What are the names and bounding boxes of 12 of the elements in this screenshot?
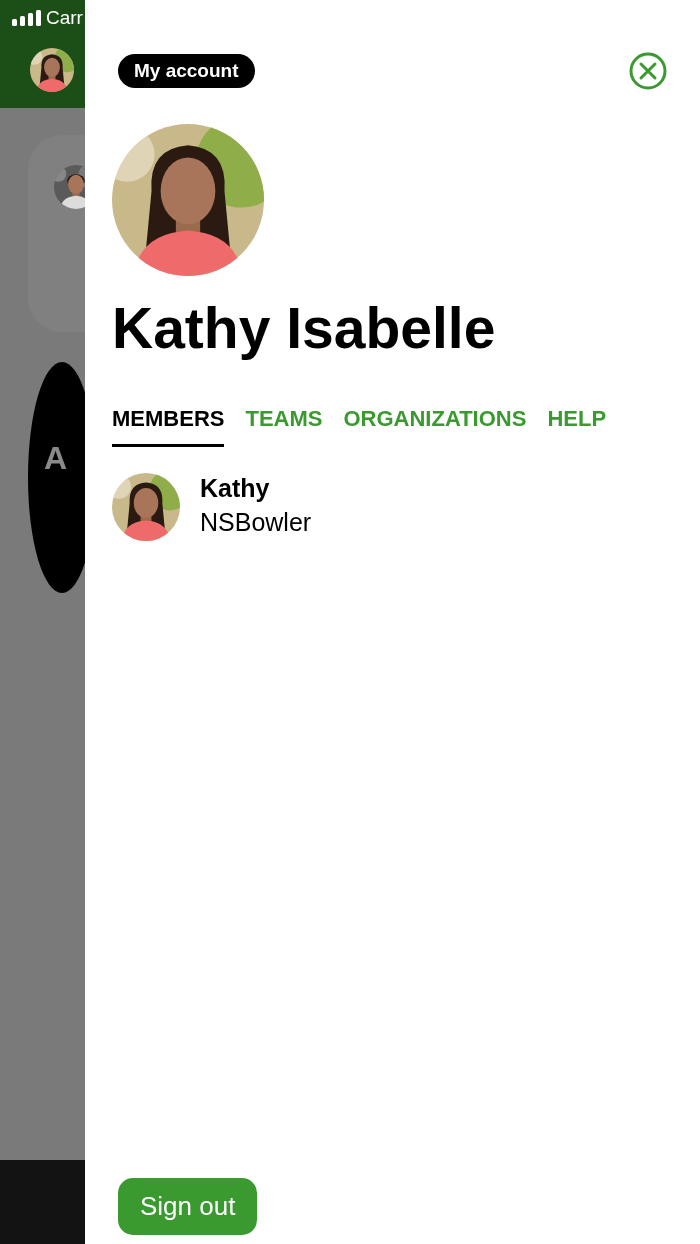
- profile-name: Kathy Isabelle: [112, 295, 497, 362]
- tab[interactable]: MEMBERS: [112, 406, 225, 447]
- carrier-name: Carr: [46, 7, 83, 29]
- close-icon[interactable]: [629, 52, 667, 90]
- member-name: Kathy: [200, 473, 271, 503]
- signal-icon: [12, 10, 41, 26]
- tab[interactable]: HELP: [547, 406, 607, 447]
- tab[interactable]: TEAMS: [245, 406, 323, 447]
- member-username: NSBowler: [200, 507, 312, 537]
- tab[interactable]: ORGANIZATIONS: [343, 406, 527, 447]
- sign-out-button[interactable]: Sign out: [118, 1178, 258, 1235]
- account-badge: My account: [118, 54, 255, 88]
